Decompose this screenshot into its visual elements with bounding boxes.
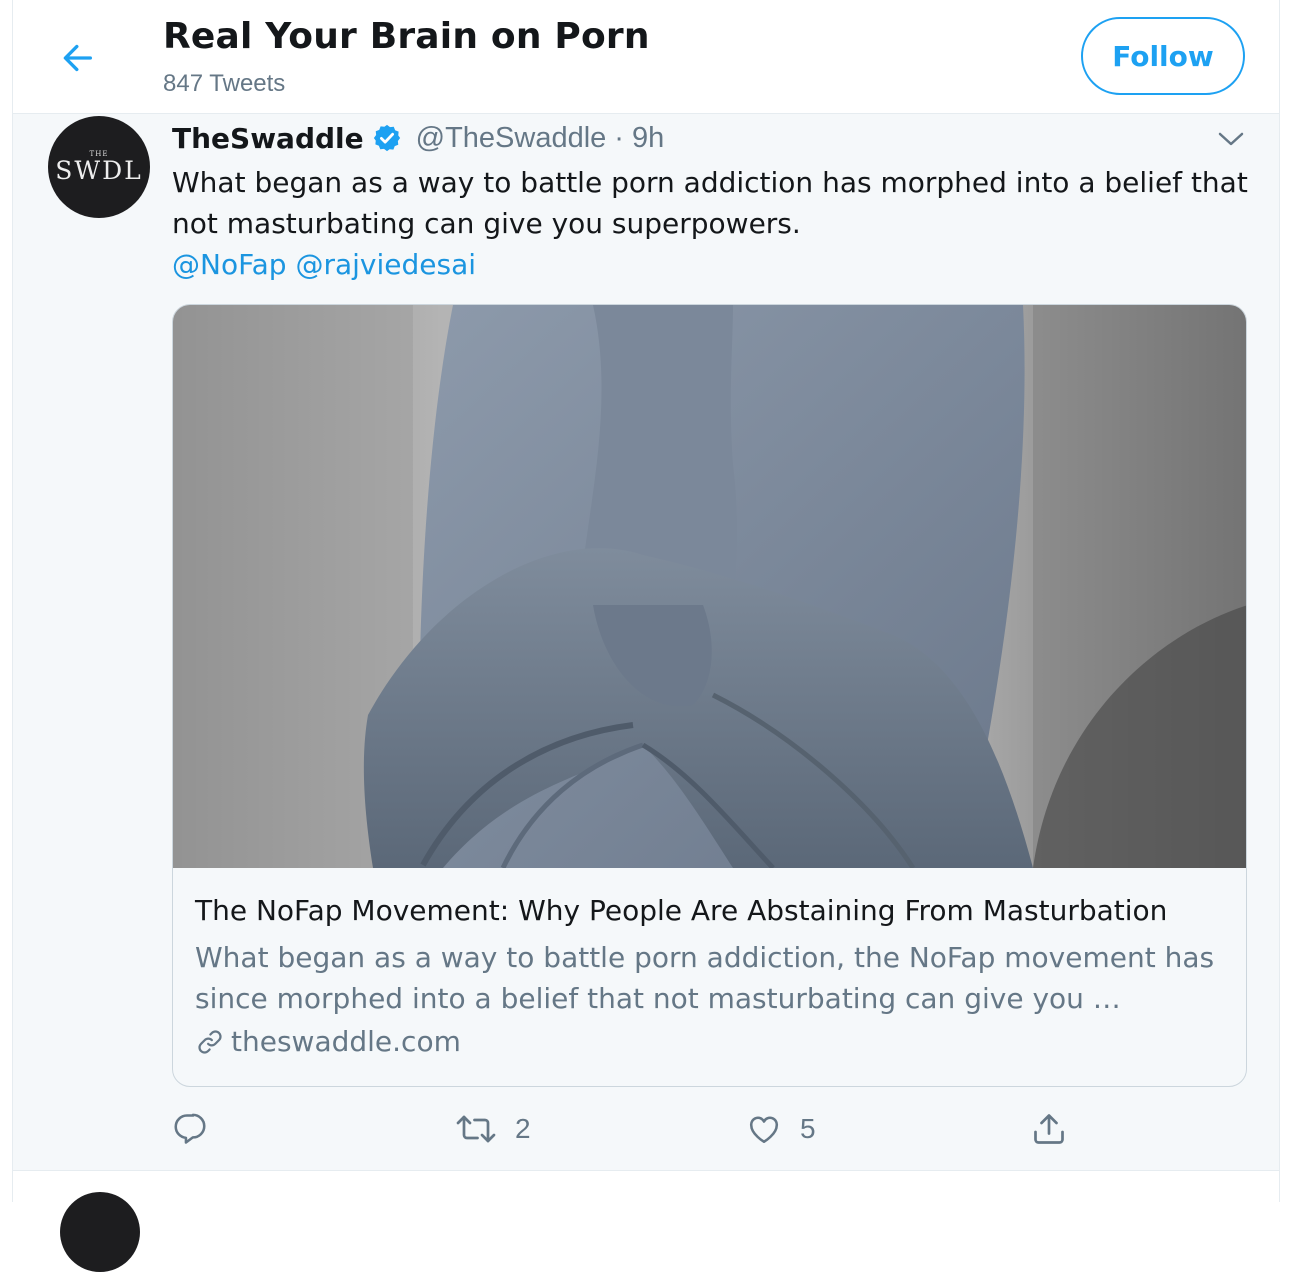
- heart-icon: [749, 1116, 779, 1144]
- verified-badge-icon: [372, 123, 402, 153]
- link-icon: [198, 1029, 222, 1054]
- arrow-left-icon: [63, 44, 92, 72]
- avatar-logo-text: SWDL: [55, 156, 143, 185]
- mention-link[interactable]: @rajviedesai: [295, 248, 476, 281]
- back-button[interactable]: [55, 36, 99, 80]
- mention-link[interactable]: @NoFap: [172, 248, 287, 281]
- profile-header: Real Your Brain on Porn 847 Tweets Follo…: [13, 0, 1279, 114]
- retweet-count: 2: [515, 1113, 531, 1144]
- timeline-column: Real Your Brain on Porn 847 Tweets Follo…: [12, 0, 1280, 1272]
- card-title: The NoFap Movement: Why People Are Absta…: [195, 894, 1168, 927]
- share-button[interactable]: [1031, 1099, 1085, 1159]
- tweet-text: What began as a way to battle porn addic…: [172, 166, 1248, 240]
- display-name[interactable]: TheSwaddle: [172, 122, 364, 155]
- chevron-down-icon: [1218, 132, 1244, 146]
- like-count: 5: [800, 1113, 816, 1144]
- retweet-icon: [456, 1115, 496, 1143]
- card-domain-row: theswaddle.com: [195, 1025, 461, 1058]
- retweet-button[interactable]: 2: [455, 1099, 531, 1159]
- reply-button[interactable]: [172, 1099, 226, 1159]
- timestamp[interactable]: 9h: [632, 122, 664, 155]
- follow-button[interactable]: Follow: [1081, 17, 1245, 95]
- tweet[interactable]: THE SWDL TheSwaddle @TheSwaddle · 9h Wha…: [13, 114, 1279, 1171]
- tweet-header: TheSwaddle @TheSwaddle · 9h: [172, 118, 664, 158]
- card-image[interactable]: [173, 305, 1246, 868]
- tweet-menu-button[interactable]: [1211, 124, 1251, 154]
- handle[interactable]: @TheSwaddle: [416, 122, 607, 155]
- next-tweet-avatar[interactable]: [60, 1192, 140, 1272]
- reply-icon: [174, 1113, 206, 1144]
- avatar[interactable]: THE SWDL: [48, 116, 150, 218]
- separator: ·: [614, 121, 624, 154]
- tweet-mentions: @NoFap @rajviedesai: [172, 244, 476, 285]
- like-button[interactable]: 5: [746, 1099, 816, 1159]
- page-title: Real Your Brain on Porn: [163, 16, 650, 57]
- share-icon: [1034, 1114, 1064, 1144]
- card-domain: theswaddle.com: [231, 1025, 461, 1058]
- tweet-actions: 2 5: [13, 1099, 1279, 1159]
- link-card[interactable]: The NoFap Movement: Why People Are Absta…: [172, 304, 1247, 1087]
- tweet-count: 847 Tweets: [163, 70, 286, 97]
- card-description: What began as a way to battle porn addic…: [195, 941, 1215, 1015]
